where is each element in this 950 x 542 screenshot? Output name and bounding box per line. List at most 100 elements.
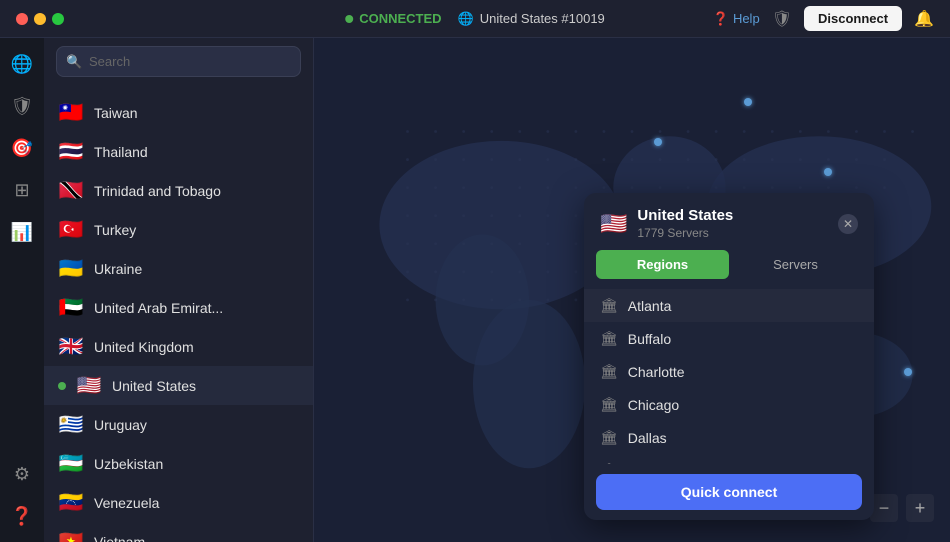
connected-label: CONNECTED: [359, 11, 441, 26]
flag-icon-us: 🇺🇸: [76, 373, 102, 398]
region-item-denver[interactable]: 🏛 Denver: [584, 454, 874, 464]
map-dot-australia: [904, 368, 912, 376]
country-item-ukraine[interactable]: 🇺🇦 Ukraine: [44, 249, 313, 288]
country-item-uruguay[interactable]: 🇺🇾 Uruguay: [44, 405, 313, 444]
sidebar: 🔍 🇹🇼 Taiwan 🇹🇭 Thailand 🇹🇹 Trinidad and …: [44, 38, 314, 542]
server-icon: 🏛: [600, 330, 618, 347]
region-item-charlotte[interactable]: 🏛 Charlotte: [584, 355, 874, 388]
help-icon: ❓: [713, 11, 729, 27]
quick-connect-button[interactable]: Quick connect: [596, 474, 862, 510]
flag-icon-uruguay: 🇺🇾: [58, 412, 84, 437]
country-name-uk: United Kingdom: [94, 339, 299, 355]
country-item-venezuela[interactable]: 🇻🇪 Venezuela: [44, 483, 313, 522]
nav-icon-grid[interactable]: ⊞: [4, 172, 40, 208]
country-item-turkey[interactable]: 🇹🇷 Turkey: [44, 210, 313, 249]
nav-icon-settings[interactable]: ⚙: [4, 456, 40, 492]
region-name-atlanta: Atlanta: [628, 298, 672, 314]
country-item-uk[interactable]: 🇬🇧 United Kingdom: [44, 327, 313, 366]
region-name-denver: Denver: [628, 463, 673, 465]
nav-icon-stats[interactable]: 📊: [4, 214, 40, 250]
nav-icon-globe[interactable]: 🌐: [4, 46, 40, 82]
region-item-dallas[interactable]: 🏛 Dallas: [584, 421, 874, 454]
connected-badge: CONNECTED: [345, 11, 441, 26]
notification-icon: 🔔: [914, 9, 934, 29]
country-name-trinidad: Trinidad and Tobago: [94, 183, 299, 199]
title-bar-left: [16, 13, 64, 25]
country-item-thailand[interactable]: 🇹🇭 Thailand: [44, 132, 313, 171]
flag-icon-vietnam: 🇻🇳: [58, 529, 84, 542]
popup-region-list: 🏛 Atlanta 🏛 Buffalo 🏛 Charlotte 🏛 Chicag…: [584, 289, 874, 464]
zoom-controls: − +: [870, 494, 934, 522]
country-name-vietnam: Vietnam: [94, 534, 299, 542]
country-name-us: United States: [112, 378, 299, 394]
search-input[interactable]: [56, 46, 301, 77]
title-bar-center: CONNECTED 🌐 United States #10019: [345, 11, 605, 27]
popup-title-wrap: United States 1779 Servers: [637, 207, 828, 240]
server-label: 🌐 United States #10019: [458, 11, 605, 27]
region-name-dallas: Dallas: [628, 430, 667, 446]
maximize-button[interactable]: [52, 13, 64, 25]
search-icon: 🔍: [66, 54, 82, 70]
country-name-turkey: Turkey: [94, 222, 299, 238]
country-name-thailand: Thailand: [94, 144, 299, 160]
flag-icon-turkey: 🇹🇷: [58, 217, 84, 242]
country-item-uae[interactable]: 🇦🇪 United Arab Emirat...: [44, 288, 313, 327]
connected-dot-icon: [345, 15, 353, 23]
country-name-uae: United Arab Emirat...: [94, 300, 299, 316]
popup-close-button[interactable]: ✕: [838, 214, 858, 234]
region-item-buffalo[interactable]: 🏛 Buffalo: [584, 322, 874, 355]
country-list: 🇹🇼 Taiwan 🇹🇭 Thailand 🇹🇹 Trinidad and To…: [44, 85, 313, 542]
country-item-taiwan[interactable]: 🇹🇼 Taiwan: [44, 93, 313, 132]
country-name-taiwan: Taiwan: [94, 105, 299, 121]
map-dot-uk: [744, 98, 752, 106]
popup-tabs: Regions Servers: [584, 250, 874, 289]
search-box: 🔍: [44, 38, 313, 85]
country-name-ukraine: Ukraine: [94, 261, 299, 277]
flag-icon-taiwan: 🇹🇼: [58, 100, 84, 125]
map-dot-europe: [654, 138, 662, 146]
zoom-in-button[interactable]: +: [906, 494, 934, 522]
help-label: Help: [733, 11, 760, 26]
country-name-uruguay: Uruguay: [94, 417, 299, 433]
region-name-chicago: Chicago: [628, 397, 679, 413]
popup-header: 🇺🇸 United States 1779 Servers ✕: [584, 193, 874, 250]
globe-icon: 🌐: [458, 11, 474, 27]
flag-icon-thailand: 🇹🇭: [58, 139, 84, 164]
map-area: 🇺🇸 United States 1779 Servers ✕ Regions …: [314, 38, 950, 542]
close-button[interactable]: [16, 13, 28, 25]
nav-icon-help[interactable]: ❓: [4, 498, 40, 534]
server-name: United States #10019: [480, 11, 605, 26]
popup-server-count: 1779 Servers: [637, 226, 828, 240]
flag-icon-uk: 🇬🇧: [58, 334, 84, 359]
connected-indicator: [58, 382, 66, 390]
help-button[interactable]: ❓ Help: [713, 11, 760, 27]
minimize-button[interactable]: [34, 13, 46, 25]
popup-flag-icon: 🇺🇸: [600, 211, 627, 237]
disconnect-button[interactable]: Disconnect: [804, 6, 902, 31]
tab-servers[interactable]: Servers: [729, 250, 862, 279]
vpn-popup: 🇺🇸 United States 1779 Servers ✕ Regions …: [584, 193, 874, 520]
country-name-venezuela: Venezuela: [94, 495, 299, 511]
zoom-out-button[interactable]: −: [870, 494, 898, 522]
sidebar-nav: 🌐 🛡 🎯 ⊞ 📊 ⚙ ❓: [0, 38, 44, 542]
main-layout: 🌐 🛡 🎯 ⊞ 📊 ⚙ ❓ 🔍 🇹🇼 Taiwan 🇹🇭 Thailand 🇹🇹…: [0, 38, 950, 542]
region-name-charlotte: Charlotte: [628, 364, 685, 380]
country-item-trinidad[interactable]: 🇹🇹 Trinidad and Tobago: [44, 171, 313, 210]
country-item-us[interactable]: 🇺🇸 United States: [44, 366, 313, 405]
region-item-atlanta[interactable]: 🏛 Atlanta: [584, 289, 874, 322]
popup-country-title: United States: [637, 207, 828, 224]
shield-icon: 🛡: [772, 9, 792, 29]
server-icon: 🏛: [600, 429, 618, 446]
region-item-chicago[interactable]: 🏛 Chicago: [584, 388, 874, 421]
flag-icon-trinidad: 🇹🇹: [58, 178, 84, 203]
flag-icon-uae: 🇦🇪: [58, 295, 84, 320]
nav-icon-shield[interactable]: 🛡: [4, 88, 40, 124]
server-icon: 🏛: [600, 462, 618, 464]
title-bar: CONNECTED 🌐 United States #10019 ❓ Help …: [0, 0, 950, 38]
country-item-vietnam[interactable]: 🇻🇳 Vietnam: [44, 522, 313, 542]
nav-icon-target[interactable]: 🎯: [4, 130, 40, 166]
server-icon: 🏛: [600, 297, 618, 314]
tab-regions[interactable]: Regions: [596, 250, 729, 279]
traffic-lights: [16, 13, 64, 25]
country-item-uzbekistan[interactable]: 🇺🇿 Uzbekistan: [44, 444, 313, 483]
